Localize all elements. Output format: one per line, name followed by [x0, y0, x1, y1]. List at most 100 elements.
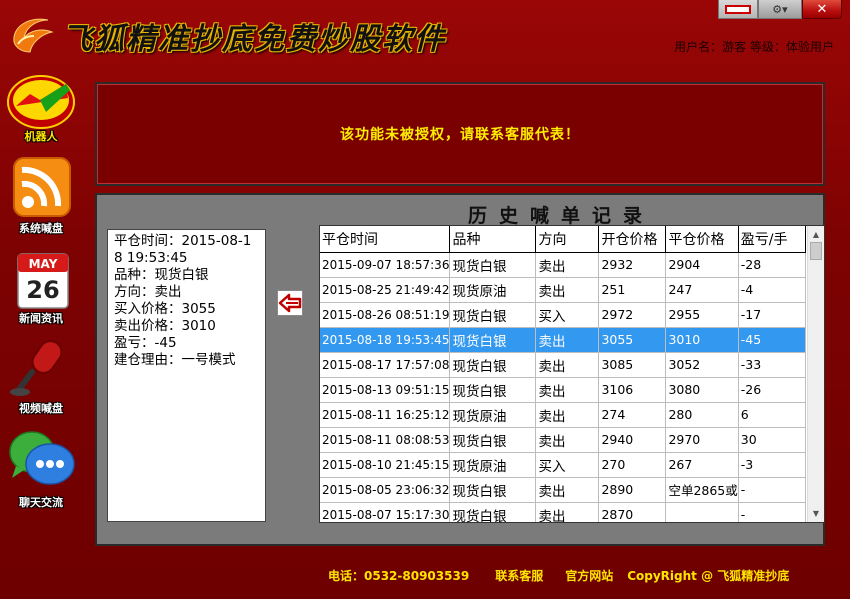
cell-close-price: 2955 — [665, 302, 739, 328]
cell-open-price: 2972 — [598, 302, 667, 328]
cell-pnl: -26 — [738, 377, 806, 403]
cell-direction: 卖出 — [535, 477, 600, 503]
scroll-up-arrow-icon[interactable]: ▲ — [808, 226, 824, 243]
cell-close-time: 2015-08-26 08:51:19 — [320, 302, 451, 328]
cell-product: 现货白银 — [449, 427, 537, 453]
user-info: 用户名：游客 等级：体验用户 — [674, 40, 834, 54]
cell-product: 现货白银 — [449, 327, 537, 353]
options-button[interactable]: ⚙▾ — [758, 0, 802, 19]
microphone-icon — [10, 340, 63, 396]
table-row[interactable]: 2015-08-11 08:08:53 现货白银 卖出 2940 2970 30 — [320, 427, 806, 453]
cell-close-time: 2015-08-10 21:45:15 — [320, 452, 451, 478]
order-detail-box: 平仓时间：2015-08-18 19:53:45 品种：现货白银 方向：卖出 买… — [107, 229, 266, 522]
column-header-close-time[interactable]: 平仓时间 — [320, 226, 451, 253]
column-header-product[interactable]: 品种 — [449, 226, 537, 253]
detail-buy-price: 买入价格：3055 — [114, 301, 216, 317]
cell-direction: 卖出 — [535, 277, 600, 303]
detail-close-time: 平仓时间：2015-08-18 19:53:45 — [114, 233, 252, 266]
table-row[interactable]: 2015-08-13 09:51:15 现货白银 卖出 3106 3080 -26 — [320, 377, 806, 403]
cell-direction: 卖出 — [535, 252, 600, 278]
sidebar-item-label: 视频喊盘 — [19, 402, 63, 415]
cell-pnl: -17 — [738, 302, 806, 328]
cell-pnl: -33 — [738, 352, 806, 378]
history-table: 平仓时间 品种 方向 开仓价格 平仓价格 盈亏/手 2015-09-07 18:… — [319, 225, 825, 523]
table-row[interactable]: 2015-09-07 18:57:36 现货白银 卖出 2932 2904 -28 — [320, 252, 806, 278]
calendar-day: 26 — [26, 276, 59, 304]
cell-close-price: 247 — [665, 277, 739, 303]
vertical-scrollbar[interactable]: ▲ ▼ — [807, 226, 824, 522]
cell-direction: 卖出 — [535, 327, 600, 353]
cell-open-price: 3085 — [598, 352, 667, 378]
cell-product: 现货白银 — [449, 252, 537, 278]
cell-open-price: 2870 — [598, 502, 667, 522]
cell-direction: 卖出 — [535, 502, 600, 522]
sidebar-item-label: 系统喊盘 — [19, 222, 63, 235]
cell-product: 现货白银 — [449, 377, 537, 403]
cell-direction: 卖出 — [535, 352, 600, 378]
table-row[interactable]: 2015-08-07 15:17:30 现货白银 卖出 2870 - — [320, 502, 806, 522]
cell-pnl: 6 — [738, 402, 806, 428]
scroll-down-arrow-icon[interactable]: ▼ — [808, 505, 824, 522]
cell-product: 现货原油 — [449, 452, 537, 478]
table-row[interactable]: 2015-08-17 17:57:08 现货白银 卖出 3085 3052 -33 — [320, 352, 806, 378]
column-header-direction[interactable]: 方向 — [535, 226, 600, 253]
cell-close-time: 2015-08-05 23:06:32 — [320, 477, 451, 503]
sidebar-item-label: 机器人 — [24, 130, 58, 143]
table-row[interactable]: 2015-08-18 19:53:45 现货白银 卖出 3055 3010 -45 — [320, 327, 806, 353]
chat-bubbles-icon — [9, 431, 75, 485]
column-header-open-price[interactable]: 开仓价格 — [598, 226, 667, 253]
minimize-button[interactable] — [718, 0, 758, 19]
sidebar-item-label: 新闻资讯 — [19, 312, 63, 325]
cell-product: 现货原油 — [449, 277, 537, 303]
detail-direction: 方向：卖出 — [114, 284, 182, 300]
cell-pnl: -4 — [738, 277, 806, 303]
cell-open-price: 2932 — [598, 252, 667, 278]
cell-close-time: 2015-08-11 16:25:12 — [320, 402, 451, 428]
cell-close-price: 267 — [665, 452, 739, 478]
column-header-close-price[interactable]: 平仓价格 — [665, 226, 739, 253]
history-grid: 平仓时间 品种 方向 开仓价格 平仓价格 盈亏/手 2015-09-07 18:… — [320, 226, 806, 522]
window-controls: ⚙▾ ✕ — [718, 0, 842, 19]
cell-open-price: 270 — [598, 452, 667, 478]
cell-open-price: 2890 — [598, 477, 667, 503]
table-row[interactable]: 2015-08-10 21:45:15 现货原油 买入 270 267 -3 — [320, 452, 806, 478]
footer-website-link[interactable]: 官方网站 — [565, 567, 613, 584]
app-window: 飞狐精准抄底免费炒股软件 ⚙▾ ✕ 用户名：游客 等级：体验用户 机器人 系统喊… — [0, 0, 850, 599]
detail-reason: 建仓理由：一号模式 — [114, 352, 236, 368]
detail-product: 品种：现货白银 — [114, 267, 209, 283]
close-icon: ✕ — [816, 1, 828, 17]
cell-open-price: 2940 — [598, 427, 667, 453]
cell-close-price: 空单2865或 — [665, 477, 739, 503]
table-row[interactable]: 2015-08-26 08:51:19 现货白银 买入 2972 2955 -17 — [320, 302, 806, 328]
detail-sell-price: 卖出价格：3010 — [114, 318, 216, 334]
cell-direction: 卖出 — [535, 402, 600, 428]
table-row[interactable]: 2015-08-05 23:06:32 现货白银 卖出 2890 空单2865或 - — [320, 477, 806, 503]
table-row[interactable]: 2015-08-11 16:25:12 现货原油 卖出 274 280 6 — [320, 402, 806, 428]
cell-close-time: 2015-08-17 17:57:08 — [320, 352, 451, 378]
scroll-thumb[interactable] — [810, 242, 822, 260]
table-row[interactable]: 2015-08-25 21:49:42 现货原油 卖出 251 247 -4 — [320, 277, 806, 303]
cell-product: 现货白银 — [449, 477, 537, 503]
footer-copyright: CopyRight @ 飞狐精准抄底 — [627, 569, 790, 583]
back-arrow-button[interactable] — [277, 290, 303, 316]
cell-open-price: 274 — [598, 402, 667, 428]
column-header-pnl[interactable]: 盈亏/手 — [738, 226, 806, 253]
cell-direction: 买入 — [535, 452, 600, 478]
sidebar-item-label: 聊天交流 — [19, 496, 63, 509]
cell-pnl: -3 — [738, 452, 806, 478]
cell-product: 现货白银 — [449, 352, 537, 378]
detail-pnl: 盈亏：-45 — [114, 335, 177, 351]
calendar-icon: MAY 26 — [17, 253, 69, 309]
close-button[interactable]: ✕ — [802, 0, 842, 19]
cell-close-price: 280 — [665, 402, 739, 428]
unauthorized-notice: 该功能未被授权，请联系客服代表！ — [340, 127, 580, 143]
cell-close-price: 3080 — [665, 377, 739, 403]
footer-contact-link[interactable]: 联系客服 — [495, 567, 543, 584]
cell-pnl: 30 — [738, 427, 806, 453]
robot-chart-icon — [7, 75, 75, 129]
footer-phone: 电话：0532-80903539 — [328, 569, 470, 583]
cell-close-price: 2904 — [665, 252, 739, 278]
cell-pnl: -28 — [738, 252, 806, 278]
cell-pnl: - — [738, 477, 806, 503]
cell-close-price: 3052 — [665, 352, 739, 378]
